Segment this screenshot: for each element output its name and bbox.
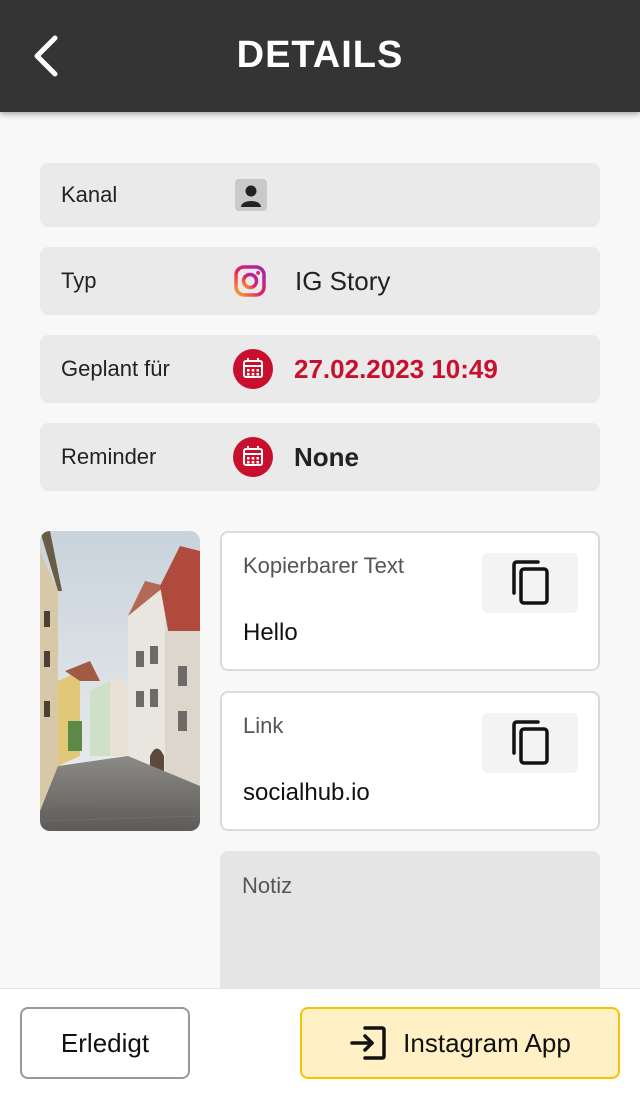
copy-text-button[interactable] (482, 553, 578, 613)
note-label: Notiz (242, 873, 293, 898)
top-app-bar: DETAILS (0, 0, 640, 112)
instagram-icon (233, 264, 267, 298)
reminder-value: None (294, 441, 359, 472)
note-field[interactable]: Notiz (220, 851, 600, 1001)
scheduled-label: Geplant für (61, 356, 170, 381)
type-value: IG Story (295, 265, 391, 296)
bottom-action-bar: Erledigt Instagram App (0, 988, 640, 1096)
copy-link-button[interactable] (482, 713, 578, 773)
calendar-icon (233, 437, 273, 477)
detail-row-channel: Kanal (40, 163, 600, 227)
link-value[interactable]: socialhub.io (243, 779, 370, 807)
page-title: DETAILS (236, 34, 404, 76)
copy-icon (512, 720, 549, 765)
channel-label: Kanal (61, 182, 118, 207)
user-avatar-icon (235, 179, 267, 211)
detail-row-type: Typ IG Story (40, 247, 600, 315)
copyable-text-value[interactable]: Hello (243, 619, 298, 647)
copyable-text-card: Kopierbarer Text Hello (220, 531, 600, 671)
open-instagram-app-label: Instagram App (403, 1027, 571, 1058)
open-instagram-app-button[interactable]: Instagram App (300, 1007, 620, 1079)
reminder-label: Reminder (61, 444, 157, 469)
open-external-icon (350, 1026, 386, 1060)
calendar-icon (233, 349, 273, 389)
type-label: Typ (61, 268, 97, 293)
done-button-label: Erledigt (60, 1027, 150, 1058)
done-button[interactable]: Erledigt (20, 1007, 190, 1079)
copy-icon (512, 560, 549, 605)
post-image-thumbnail[interactable] (40, 531, 200, 831)
detail-row-reminder: Reminder None (40, 423, 600, 491)
link-card: Link socialhub.io (220, 691, 600, 831)
detail-row-scheduled: Geplant für 27.02.2023 10:49 (40, 335, 600, 403)
link-label: Link (243, 713, 284, 738)
copyable-text-label: Kopierbarer Text (243, 553, 405, 578)
scheduled-value: 27.02.2023 10:49 (294, 353, 498, 384)
